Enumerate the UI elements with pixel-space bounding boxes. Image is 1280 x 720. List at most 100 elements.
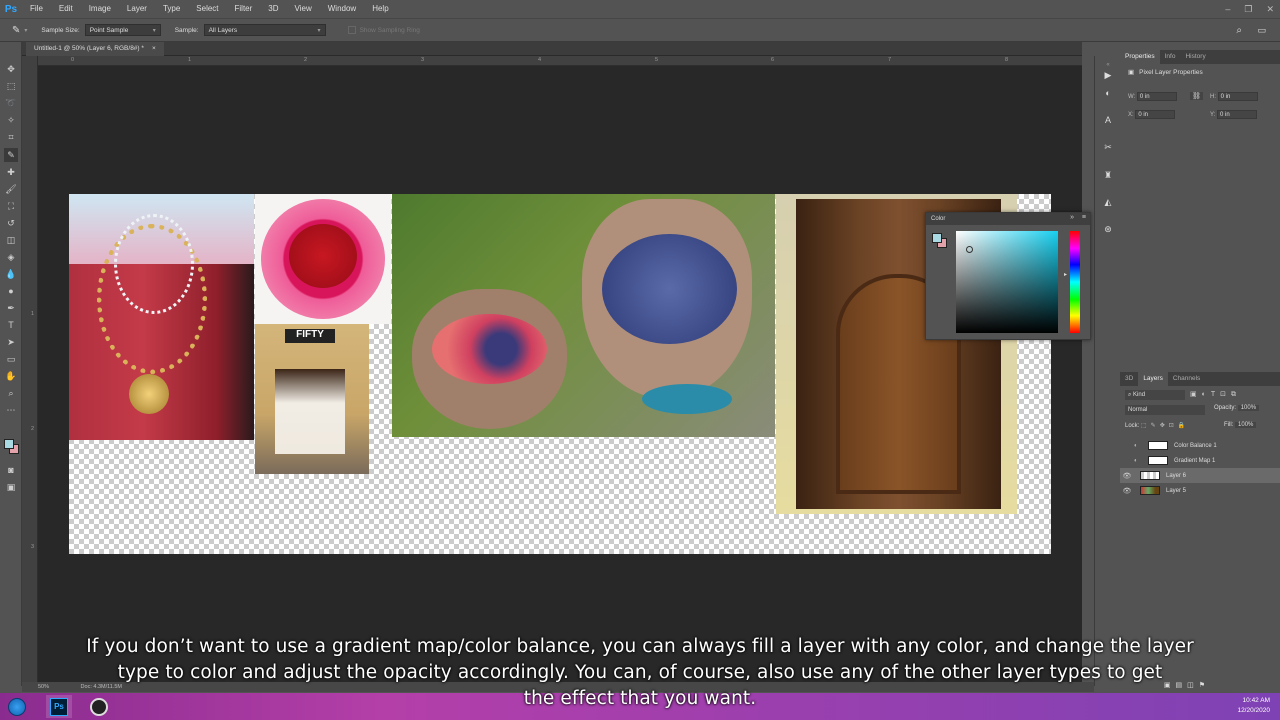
close-button[interactable]: ✕ [1266,4,1274,15]
document-tab[interactable]: Untitled-1 @ 50% (Layer 6, RGB/8#) * × [26,42,164,56]
sample-select[interactable]: All Layers ▾ [203,24,326,36]
color-field[interactable] [956,231,1058,333]
opacity-control[interactable]: Opacity: 100% [1214,405,1260,411]
brush-presets-icon[interactable]: ◭ [1101,195,1115,209]
crop-icon[interactable]: ⌗ [4,130,18,144]
menu-type[interactable]: Type [155,0,188,18]
blur-icon[interactable]: 💧 [4,267,18,281]
type-icon[interactable]: T [4,318,18,332]
clone-source-icon[interactable]: ♜ [1101,168,1115,182]
layer-row[interactable]: ◐ Gradient Map 1 [1120,453,1280,468]
link-icon[interactable]: ⛓ [1190,92,1203,100]
menu-layer[interactable]: Layer [119,0,155,18]
color-icon[interactable]: ⊛ [1101,222,1115,236]
marquee-icon[interactable]: ⬚ [4,79,18,93]
sampling-ring-checkbox[interactable] [347,26,356,34]
document-canvas[interactable]: FIFTY [69,194,1051,554]
screen-mode-icon[interactable]: ▣ [4,480,18,494]
y-input[interactable]: 0 in [1217,110,1258,119]
close-tab-icon[interactable]: × [152,42,156,56]
minimize-button[interactable]: ‒ [1225,4,1230,14]
blend-mode-select[interactable]: Normal [1125,405,1205,415]
eyedropper-tool-icon[interactable]: ✎ [4,148,18,162]
tab-channels[interactable]: Channels [1168,372,1205,386]
play-icon[interactable]: ▶ [1101,68,1115,82]
dodge-icon[interactable]: ● [4,284,18,298]
paint-bucket-icon[interactable]: ◈ [4,250,18,264]
tab-history[interactable]: History [1180,50,1210,64]
workspace-icon[interactable]: ▭ [1257,25,1266,36]
layer-row[interactable]: ◐ Color Balance 1 [1120,438,1280,453]
photoshop-logo: Ps [4,3,18,15]
tool-preset-caret-icon[interactable]: ▾ [24,27,27,34]
vertical-ruler: 1 2 3 [22,56,38,686]
panel-menu-icon[interactable]: ≡ [1082,214,1086,221]
x-input[interactable]: 0 in [1135,110,1176,119]
adjustments-icon[interactable]: ◐ [1101,86,1115,100]
eye-icon[interactable]: 👁 [1120,472,1134,480]
hue-slider-arrow-icon[interactable]: ▸ [1064,271,1067,278]
collapse-icon[interactable]: » [1070,214,1074,221]
menu-view[interactable]: View [287,0,320,18]
foreground-color-swatch[interactable] [4,439,14,449]
layer-row[interactable]: 👁 Layer 5 [1120,483,1280,498]
options-bar: ✎ ▾ Sample Size: Point Sample ▾ Sample: A… [0,18,1280,42]
pen-icon[interactable]: ✒ [4,301,18,315]
menu-file[interactable]: File [22,0,51,18]
restore-button[interactable]: ❐ [1244,4,1252,15]
cake-photo: FIFTY [255,324,369,474]
layer-row[interactable]: 👁 Layer 6 [1120,468,1280,483]
foreground-color-chip[interactable] [932,233,942,243]
menu-edit[interactable]: Edit [51,0,81,18]
menu-3d[interactable]: 3D [260,0,286,18]
rectangle-icon[interactable]: ▭ [4,352,18,366]
layers-tabs: 3D Layers Channels [1120,372,1280,386]
fill-value[interactable]: 100% [1235,422,1257,428]
kind-filter[interactable]: ⌕ Kind [1125,390,1185,400]
w-input[interactable]: 0 in [1136,92,1177,101]
ruler-v-label: 2 [31,426,35,432]
eyedropper-icon[interactable]: ✎ [12,25,20,36]
healing-brush-icon[interactable]: ✚ [4,165,18,179]
hand-icon[interactable]: ✋ [4,369,18,383]
sample-size-select[interactable]: Point Sample ▾ [84,24,161,36]
hue-slider[interactable] [1070,231,1080,333]
menu-filter[interactable]: Filter [227,0,261,18]
menu-select[interactable]: Select [188,0,226,18]
lasso-icon[interactable]: ➰ [4,96,18,110]
color-picker-cursor[interactable] [966,246,973,253]
path-selection-icon[interactable]: ➤ [4,335,18,349]
menu-image[interactable]: Image [81,0,119,18]
tab-3d[interactable]: 3D [1120,372,1138,386]
menu-help[interactable]: Help [364,0,396,18]
h-input[interactable]: 0 in [1217,92,1258,101]
sampling-ring-label: Show Sampling Ring [359,26,420,34]
clone-stamp-icon[interactable]: ⛶ [4,199,18,213]
character-icon[interactable]: A [1101,113,1115,127]
strawberries-photo [255,194,391,324]
tab-properties[interactable]: Properties [1120,50,1160,64]
history-brush-icon[interactable]: ↺ [4,216,18,230]
menu-window[interactable]: Window [320,0,364,18]
eraser-icon[interactable]: ◫ [4,233,18,247]
quick-mask-icon[interactable]: ◙ [4,463,18,477]
properties-header: ▣ Pixel Layer Properties [1128,68,1203,77]
tab-layers[interactable]: Layers [1138,372,1168,386]
color-panel-title: Color [926,213,1090,225]
more-tools-icon[interactable]: ⋯ [4,403,18,417]
search-icon[interactable]: ⌕ [1236,25,1242,36]
y-label: Y: [1210,112,1216,119]
brush-icon[interactable]: 🖌 [4,182,18,196]
tab-info[interactable]: Info [1160,50,1181,64]
move-icon[interactable]: ✥ [4,62,18,76]
layer-filter-icons[interactable]: ▣◐T⊡⧉ [1190,390,1241,399]
opacity-value[interactable]: 100% [1237,405,1260,411]
tools-icon[interactable]: ✂ [1101,140,1115,154]
magic-wand-icon[interactable]: ✧ [4,113,18,127]
pixel-layer-icon: ▣ [1128,69,1135,76]
fill-control[interactable]: Fill: 100% [1224,422,1257,428]
lock-icons[interactable]: ⬚✎✥⊡🔒 [1141,423,1189,429]
zoom-icon[interactable]: ⌕ [4,386,18,400]
eye-icon[interactable]: 👁 [1120,487,1134,495]
chevron-down-icon: ▾ [152,27,156,34]
